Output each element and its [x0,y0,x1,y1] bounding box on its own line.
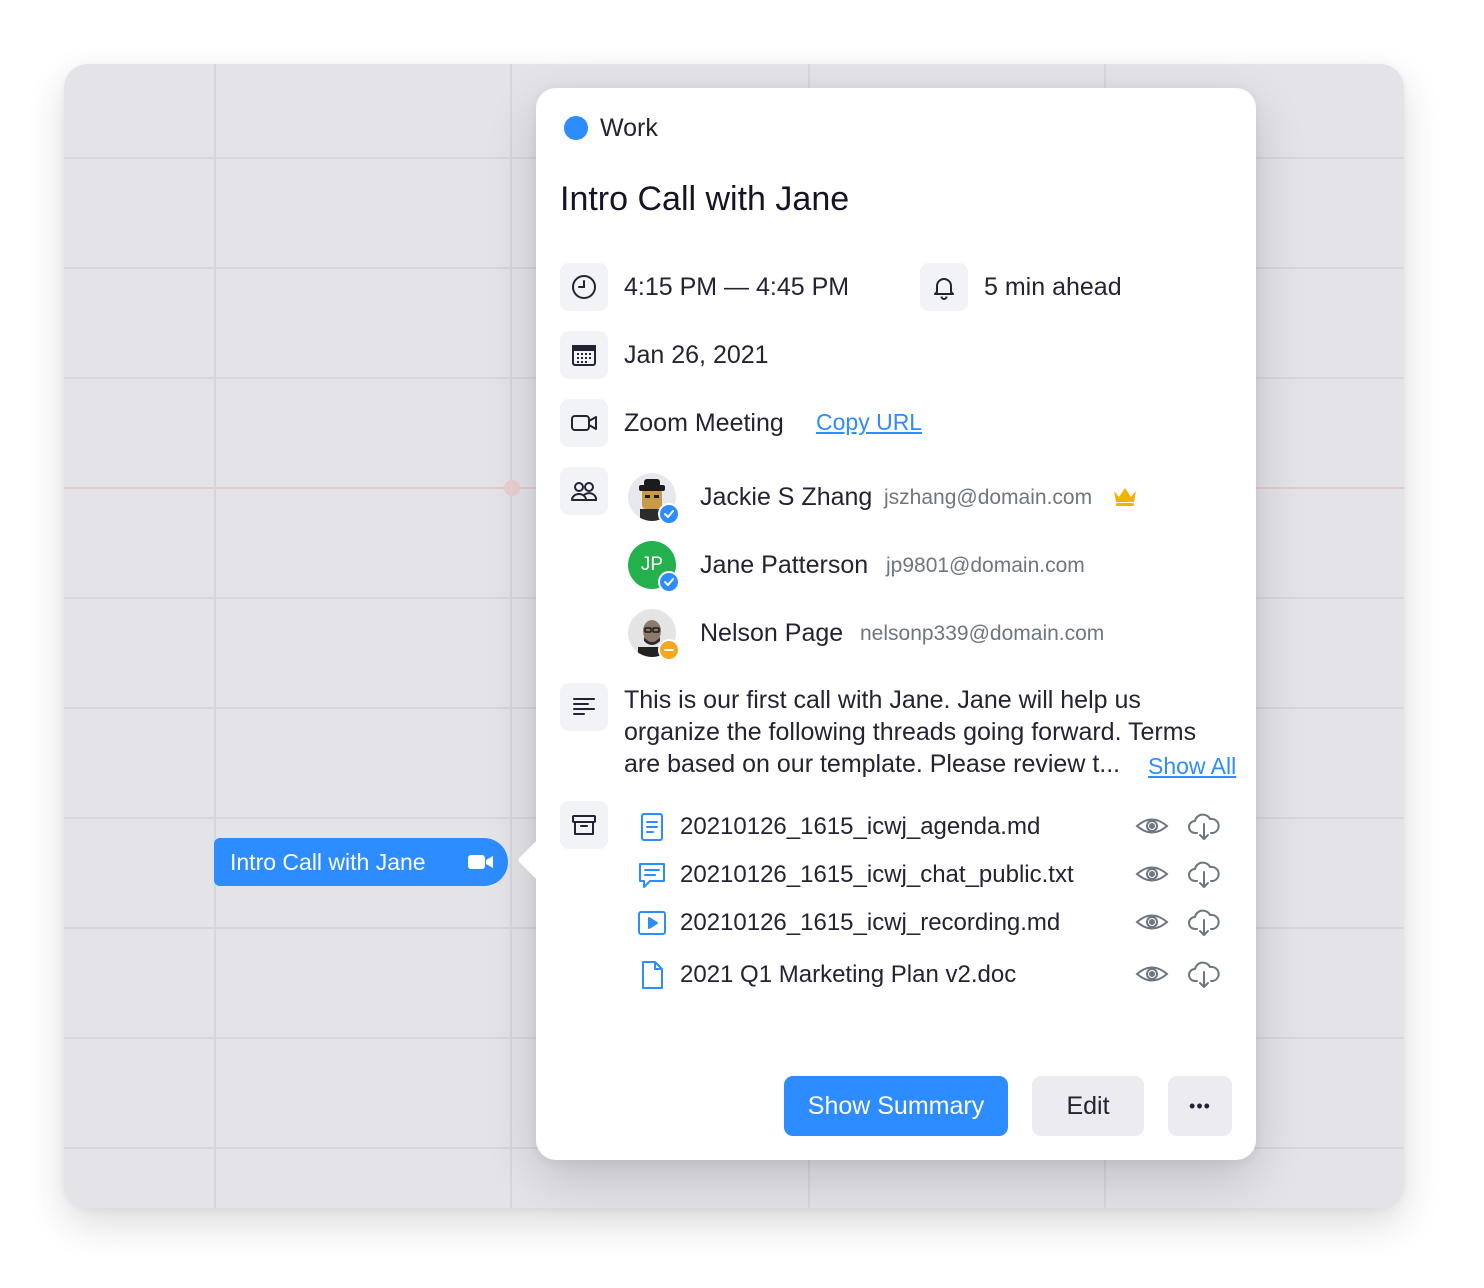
event-time-range: 4:15 PM — 4:45 PM [624,273,850,301]
current-time-dot [504,480,520,496]
time-icon-box [560,263,608,311]
tentative-badge [658,639,680,661]
crown-icon [1114,488,1136,506]
archive-icon [572,815,596,835]
attendee-email: jp9801@domain.com [886,554,1085,577]
check-icon [664,510,674,518]
document-icon [641,813,663,841]
cloud-download-icon[interactable] [1187,857,1221,891]
check-icon [664,578,674,586]
attachments-icon-box [560,801,608,849]
preview-eye-icon[interactable] [1135,857,1169,891]
preview-eye-icon[interactable] [1135,905,1169,939]
play-icon [638,911,666,935]
attendee-name: Jane Patterson [700,551,869,579]
text-align-icon [573,698,595,715]
bell-icon [934,278,954,300]
attachment-file-name[interactable]: 2021 Q1 Marketing Plan v2.doc [680,959,1016,991]
attendee-name: Jackie S Zhang [700,483,873,511]
attendee-avatar[interactable] [628,609,680,661]
event-date: Jan 26, 2021 [624,341,769,369]
preview-eye-icon[interactable] [1135,809,1169,843]
attendee-avatar[interactable] [628,473,680,525]
attachment-file-name[interactable]: 20210126_1615_icwj_agenda.md [680,811,1040,843]
more-dots-label: ••• [1189,1095,1211,1116]
attachment-file-name[interactable]: 20210126_1615_icwj_recording.md [680,907,1060,939]
video-icon [571,415,597,431]
description-icon-box [560,683,608,731]
attendee-email: nelsonp339@domain.com [860,622,1105,645]
event-chip-label: Intro Call with Jane [230,848,426,875]
grid-column-line [214,64,216,1208]
cloud-download-icon[interactable] [1187,905,1221,939]
calendar-event-chip[interactable]: Intro Call with Jane [214,838,508,886]
show-all-link[interactable]: Show All [1148,751,1236,781]
attendee-email: jszhang@domain.com [884,486,1093,509]
calendar-icon [572,345,596,366]
meeting-icon-box [560,399,608,447]
file-icon [642,961,663,989]
cloud-download-icon[interactable] [1187,957,1221,991]
preview-eye-icon[interactable] [1135,957,1169,991]
event-description: This is our first call with Jane. Jane w… [624,686,1197,778]
attendee-avatar[interactable]: JP [628,541,680,593]
reminder-text: 5 min ahead [984,273,1122,301]
meeting-type: Zoom Meeting [624,409,784,437]
grid-column-line [510,64,512,1208]
calendar-color-dot [564,116,588,140]
cloud-download-icon[interactable] [1187,809,1221,843]
event-title: Intro Call with Jane [560,180,850,218]
clock-icon [572,275,596,299]
attendees-icon-box [560,467,608,515]
attachment-file-name[interactable]: 20210126_1615_icwj_chat_public.txt [680,859,1074,891]
more-options-button[interactable]: ••• [1168,1076,1232,1136]
edit-button[interactable]: Edit [1032,1076,1144,1136]
calendar-name: Work [600,114,658,142]
event-details-popover: Work Intro Call with Jane 4:15 PM — 4:45… [517,88,1256,1160]
date-icon-box [560,331,608,379]
video-icon [468,855,493,869]
minus-icon [664,649,674,651]
people-icon [571,482,598,501]
attendee-name: Nelson Page [700,619,844,647]
show-summary-button[interactable]: Show Summary [784,1076,1008,1136]
reminder-icon-box [920,263,968,311]
copy-url-link[interactable]: Copy URL [816,407,922,437]
accepted-badge [658,503,680,525]
accepted-badge [658,571,680,593]
chat-icon [639,863,665,888]
